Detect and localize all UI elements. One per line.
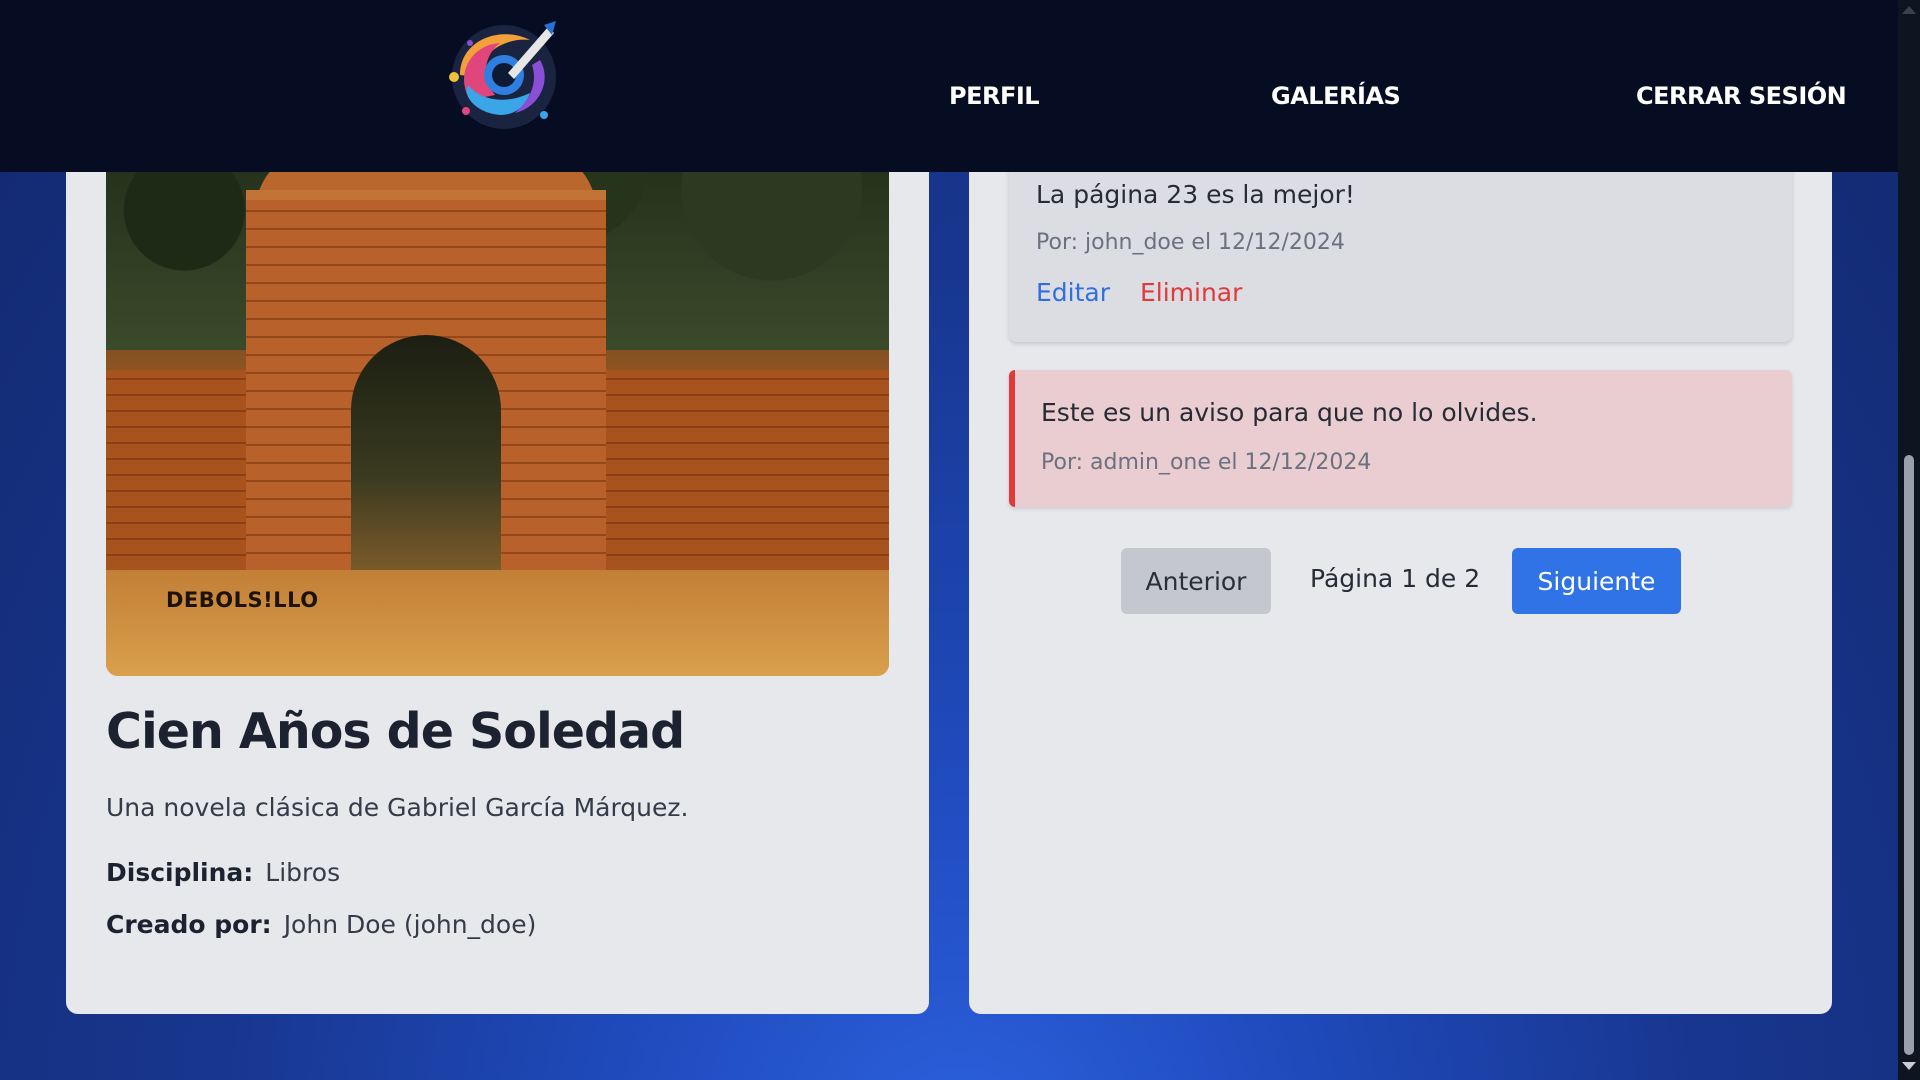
previous-page-button[interactable]: Anterior [1121, 548, 1271, 614]
notice-byline: Por: admin_one el 12/12/2024 [1041, 450, 1372, 475]
page-scrollbar[interactable] [1898, 0, 1920, 1080]
discipline-label: Disciplina: [106, 858, 254, 887]
top-navbar: PERFIL GALERÍAS CERRAR SESIÓN [0, 0, 1898, 172]
scrollbar-thumb[interactable] [1904, 455, 1914, 1055]
comment-item: La página 23 es la mejor! Por: john_doe … [1009, 150, 1792, 342]
edit-comment-link[interactable]: Editar [1036, 278, 1110, 307]
discipline-value: Libros [265, 858, 341, 887]
cover-publisher-text: DEBOLS!LLO [166, 588, 319, 612]
cover-ground [106, 570, 889, 676]
notice-item: Este es un aviso para que no lo olvides.… [1009, 370, 1792, 507]
artwork-description: Una novela clásica de Gabriel García Már… [106, 793, 689, 822]
cover-arch [351, 335, 501, 570]
comment-actions: Editar Eliminar [1036, 278, 1242, 307]
discipline-row: Disciplina: Libros [106, 858, 340, 887]
comment-text: La página 23 es la mejor! [1036, 180, 1355, 209]
nav-perfil[interactable]: PERFIL [949, 82, 1040, 110]
notice-text: Este es un aviso para que no lo olvides. [1041, 398, 1538, 427]
artwork-cover-image: DEBOLS!LLO [106, 150, 889, 676]
comment-byline: Por: john_doe el 12/12/2024 [1036, 230, 1345, 255]
nav-galerias[interactable]: GALERÍAS [1271, 82, 1401, 110]
creator-label: Creado por: [106, 910, 272, 939]
next-page-button[interactable]: Siguiente [1512, 548, 1681, 614]
creator-value: John Doe (john_doe) [283, 910, 537, 939]
nav-cerrar-sesion[interactable]: CERRAR SESIÓN [1636, 82, 1847, 110]
creator-row: Creado por: John Doe (john_doe) [106, 910, 536, 939]
artwork-title: Cien Años de Soledad [106, 703, 685, 760]
pagination: Anterior Página 1 de 2 Siguiente [969, 548, 1832, 614]
page-indicator: Página 1 de 2 [1310, 564, 1481, 593]
palette-logo-icon[interactable] [440, 15, 568, 133]
comments-card: La página 23 es la mejor! Por: john_doe … [969, 150, 1832, 1014]
scroll-up-icon[interactable] [1902, 6, 1916, 14]
scroll-down-icon[interactable] [1902, 1062, 1916, 1070]
delete-comment-link[interactable]: Eliminar [1140, 278, 1242, 307]
artwork-detail-card: DEBOLS!LLO Cien Años de Soledad Una nove… [66, 150, 929, 1014]
